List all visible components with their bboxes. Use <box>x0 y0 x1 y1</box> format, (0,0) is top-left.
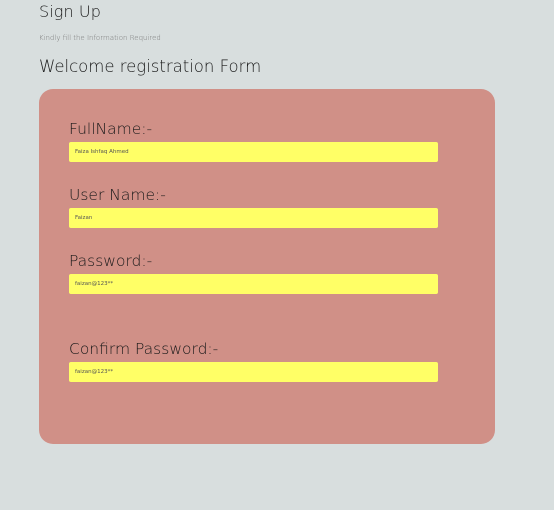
registration-form-panel: FullName:- User Name:- Password:- Confir… <box>39 89 495 444</box>
fullname-label: FullName:- <box>69 120 153 138</box>
page-title: Sign Up <box>39 2 101 21</box>
fullname-field[interactable] <box>69 142 438 162</box>
confirm-password-field[interactable] <box>69 362 438 382</box>
confirm-password-label: Confirm Password:- <box>69 340 219 358</box>
page-subtitle: Kindly fill the Information Required <box>39 34 161 42</box>
password-field[interactable] <box>69 274 438 294</box>
username-field[interactable] <box>69 208 438 228</box>
form-heading: Welcome registration Form <box>39 57 262 76</box>
password-label: Password:- <box>69 252 153 270</box>
username-label: User Name:- <box>69 186 166 204</box>
